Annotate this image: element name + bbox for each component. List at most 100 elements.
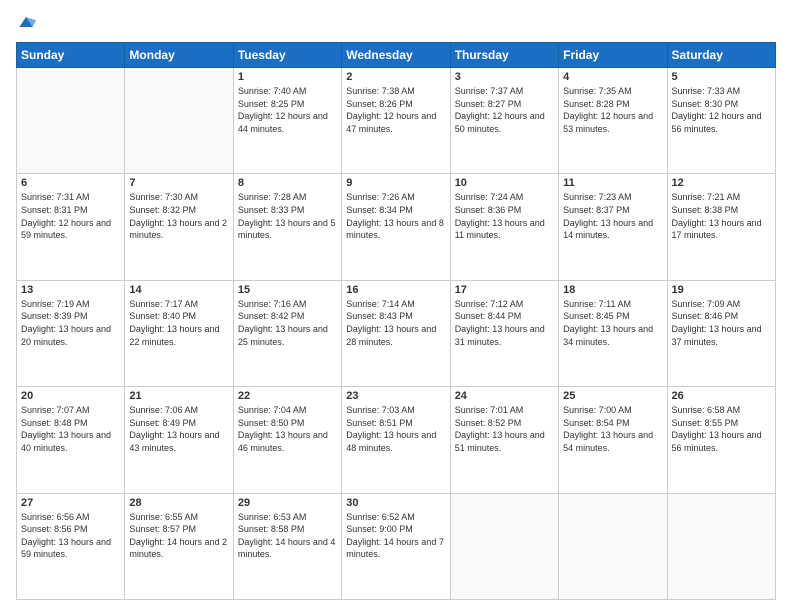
day-info: Sunrise: 7:40 AMSunset: 8:25 PMDaylight:… (238, 85, 337, 135)
day-number: 3 (455, 71, 554, 83)
logo (16, 12, 40, 32)
calendar-day-cell: 6Sunrise: 7:31 AMSunset: 8:31 PMDaylight… (17, 174, 125, 280)
day-info: Sunrise: 6:53 AMSunset: 8:58 PMDaylight:… (238, 511, 337, 561)
calendar-day-cell (559, 493, 667, 599)
day-info: Sunrise: 7:16 AMSunset: 8:42 PMDaylight:… (238, 298, 337, 348)
day-number: 10 (455, 177, 554, 189)
day-info: Sunrise: 7:38 AMSunset: 8:26 PMDaylight:… (346, 85, 445, 135)
calendar-day-cell: 22 Sunrise: 7:04 AMSunset: 8:50 PMDayligh… (233, 387, 341, 493)
day-info: Sunrise: 7:17 AMSunset: 8:40 PMDaylight:… (129, 298, 228, 348)
day-number: 30 (346, 497, 445, 509)
day-info: Sunrise: 7:04 AMSunset: 8:50 PMDaylight:… (238, 404, 337, 454)
day-number: 12 (672, 177, 771, 189)
day-info: Sunrise: 7:14 AMSunset: 8:43 PMDaylight:… (346, 298, 445, 348)
day-info: Sunrise: 6:55 AMSunset: 8:57 PMDaylight:… (129, 511, 228, 561)
day-info: Sunrise: 7:35 AMSunset: 8:28 PMDaylight:… (563, 85, 662, 135)
day-number: 4 (563, 71, 662, 83)
day-number: 16 (346, 284, 445, 296)
calendar-day-cell (125, 68, 233, 174)
day-number: 26 (672, 390, 771, 402)
calendar-day-cell: 9 Sunrise: 7:26 AMSunset: 8:34 PMDaylight… (342, 174, 450, 280)
day-info: Sunrise: 7:26 AMSunset: 8:34 PMDaylight:… (346, 191, 445, 241)
day-number: 1 (238, 71, 337, 83)
day-number: 25 (563, 390, 662, 402)
day-info: Sunrise: 7:30 AMSunset: 8:32 PMDaylight:… (129, 191, 228, 241)
day-number: 6 (21, 177, 120, 189)
calendar-day-cell: 15Sunrise: 7:16 AMSunset: 8:42 PMDayligh… (233, 280, 341, 386)
day-number: 2 (346, 71, 445, 83)
day-info: Sunrise: 7:01 AMSunset: 8:52 PMDaylight:… (455, 404, 554, 454)
calendar-table: SundayMondayTuesdayWednesdayThursdayFrid… (16, 42, 776, 600)
calendar-day-cell: 7 Sunrise: 7:30 AMSunset: 8:32 PMDaylight… (125, 174, 233, 280)
calendar-week-row: 20 Sunrise: 7:07 AMSunset: 8:48 PMDayligh… (17, 387, 776, 493)
weekday-header: Friday (559, 43, 667, 68)
calendar-day-cell: 17 Sunrise: 7:12 AMSunset: 8:44 PMDayligh… (450, 280, 558, 386)
day-info: Sunrise: 7:33 AMSunset: 8:30 PMDaylight:… (672, 85, 771, 135)
day-info: Sunrise: 7:23 AMSunset: 8:37 PMDaylight:… (563, 191, 662, 241)
calendar-day-cell: 21Sunrise: 7:06 AMSunset: 8:49 PMDayligh… (125, 387, 233, 493)
calendar-day-cell: 2 Sunrise: 7:38 AMSunset: 8:26 PMDaylight… (342, 68, 450, 174)
calendar-day-cell: 24Sunrise: 7:01 AMSunset: 8:52 PMDayligh… (450, 387, 558, 493)
header (16, 12, 776, 32)
calendar-day-cell: 29 Sunrise: 6:53 AMSunset: 8:58 PMDayligh… (233, 493, 341, 599)
calendar-day-cell: 1 Sunrise: 7:40 AMSunset: 8:25 PMDaylight… (233, 68, 341, 174)
calendar-week-row: 1 Sunrise: 7:40 AMSunset: 8:25 PMDaylight… (17, 68, 776, 174)
page: SundayMondayTuesdayWednesdayThursdayFrid… (0, 0, 792, 612)
calendar-day-cell: 4 Sunrise: 7:35 AMSunset: 8:28 PMDaylight… (559, 68, 667, 174)
day-info: Sunrise: 7:21 AMSunset: 8:38 PMDaylight:… (672, 191, 771, 241)
day-number: 22 (238, 390, 337, 402)
day-info: Sunrise: 7:09 AMSunset: 8:46 PMDaylight:… (672, 298, 771, 348)
day-number: 19 (672, 284, 771, 296)
calendar-day-cell: 16 Sunrise: 7:14 AMSunset: 8:43 PMDayligh… (342, 280, 450, 386)
day-number: 29 (238, 497, 337, 509)
day-info: Sunrise: 6:58 AMSunset: 8:55 PMDaylight:… (672, 404, 771, 454)
calendar-day-cell: 8 Sunrise: 7:28 AMSunset: 8:33 PMDaylight… (233, 174, 341, 280)
calendar-day-cell: 20 Sunrise: 7:07 AMSunset: 8:48 PMDayligh… (17, 387, 125, 493)
calendar-day-cell: 25 Sunrise: 7:00 AMSunset: 8:54 PMDayligh… (559, 387, 667, 493)
weekday-header: Monday (125, 43, 233, 68)
day-number: 17 (455, 284, 554, 296)
day-number: 27 (21, 497, 120, 509)
day-info: Sunrise: 6:56 AMSunset: 8:56 PMDaylight:… (21, 511, 120, 561)
day-info: Sunrise: 7:00 AMSunset: 8:54 PMDaylight:… (563, 404, 662, 454)
day-info: Sunrise: 7:19 AMSunset: 8:39 PMDaylight:… (21, 298, 120, 348)
calendar-day-cell: 5 Sunrise: 7:33 AMSunset: 8:30 PMDaylight… (667, 68, 775, 174)
calendar-day-cell: 30Sunrise: 6:52 AMSunset: 9:00 PMDayligh… (342, 493, 450, 599)
calendar-day-cell (17, 68, 125, 174)
calendar-week-row: 13 Sunrise: 7:19 AMSunset: 8:39 PMDayligh… (17, 280, 776, 386)
day-number: 20 (21, 390, 120, 402)
day-number: 14 (129, 284, 228, 296)
calendar-day-cell: 27 Sunrise: 6:56 AMSunset: 8:56 PMDayligh… (17, 493, 125, 599)
day-number: 13 (21, 284, 120, 296)
calendar-week-row: 27 Sunrise: 6:56 AMSunset: 8:56 PMDayligh… (17, 493, 776, 599)
day-number: 28 (129, 497, 228, 509)
calendar-day-cell (450, 493, 558, 599)
weekday-header: Wednesday (342, 43, 450, 68)
calendar-day-cell: 10 Sunrise: 7:24 AMSunset: 8:36 PMDayligh… (450, 174, 558, 280)
weekday-header: Sunday (17, 43, 125, 68)
day-number: 23 (346, 390, 445, 402)
calendar-day-cell: 28 Sunrise: 6:55 AMSunset: 8:57 PMDayligh… (125, 493, 233, 599)
day-number: 11 (563, 177, 662, 189)
day-number: 9 (346, 177, 445, 189)
calendar-day-cell (667, 493, 775, 599)
logo-icon (16, 12, 36, 32)
day-info: Sunrise: 7:03 AMSunset: 8:51 PMDaylight:… (346, 404, 445, 454)
day-number: 21 (129, 390, 228, 402)
calendar-day-cell: 26 Sunrise: 6:58 AMSunset: 8:55 PMDayligh… (667, 387, 775, 493)
day-number: 8 (238, 177, 337, 189)
day-info: Sunrise: 7:12 AMSunset: 8:44 PMDaylight:… (455, 298, 554, 348)
weekday-header: Tuesday (233, 43, 341, 68)
day-info: Sunrise: 7:37 AMSunset: 8:27 PMDaylight:… (455, 85, 554, 135)
day-info: Sunrise: 7:07 AMSunset: 8:48 PMDaylight:… (21, 404, 120, 454)
day-number: 5 (672, 71, 771, 83)
calendar-header-row: SundayMondayTuesdayWednesdayThursdayFrid… (17, 43, 776, 68)
day-info: Sunrise: 7:24 AMSunset: 8:36 PMDaylight:… (455, 191, 554, 241)
calendar-day-cell: 19 Sunrise: 7:09 AMSunset: 8:46 PMDayligh… (667, 280, 775, 386)
day-info: Sunrise: 7:28 AMSunset: 8:33 PMDaylight:… (238, 191, 337, 241)
calendar-day-cell: 3 Sunrise: 7:37 AMSunset: 8:27 PMDaylight… (450, 68, 558, 174)
day-number: 7 (129, 177, 228, 189)
calendar-day-cell: 11 Sunrise: 7:23 AMSunset: 8:37 PMDayligh… (559, 174, 667, 280)
weekday-header: Saturday (667, 43, 775, 68)
calendar-day-cell: 23 Sunrise: 7:03 AMSunset: 8:51 PMDayligh… (342, 387, 450, 493)
